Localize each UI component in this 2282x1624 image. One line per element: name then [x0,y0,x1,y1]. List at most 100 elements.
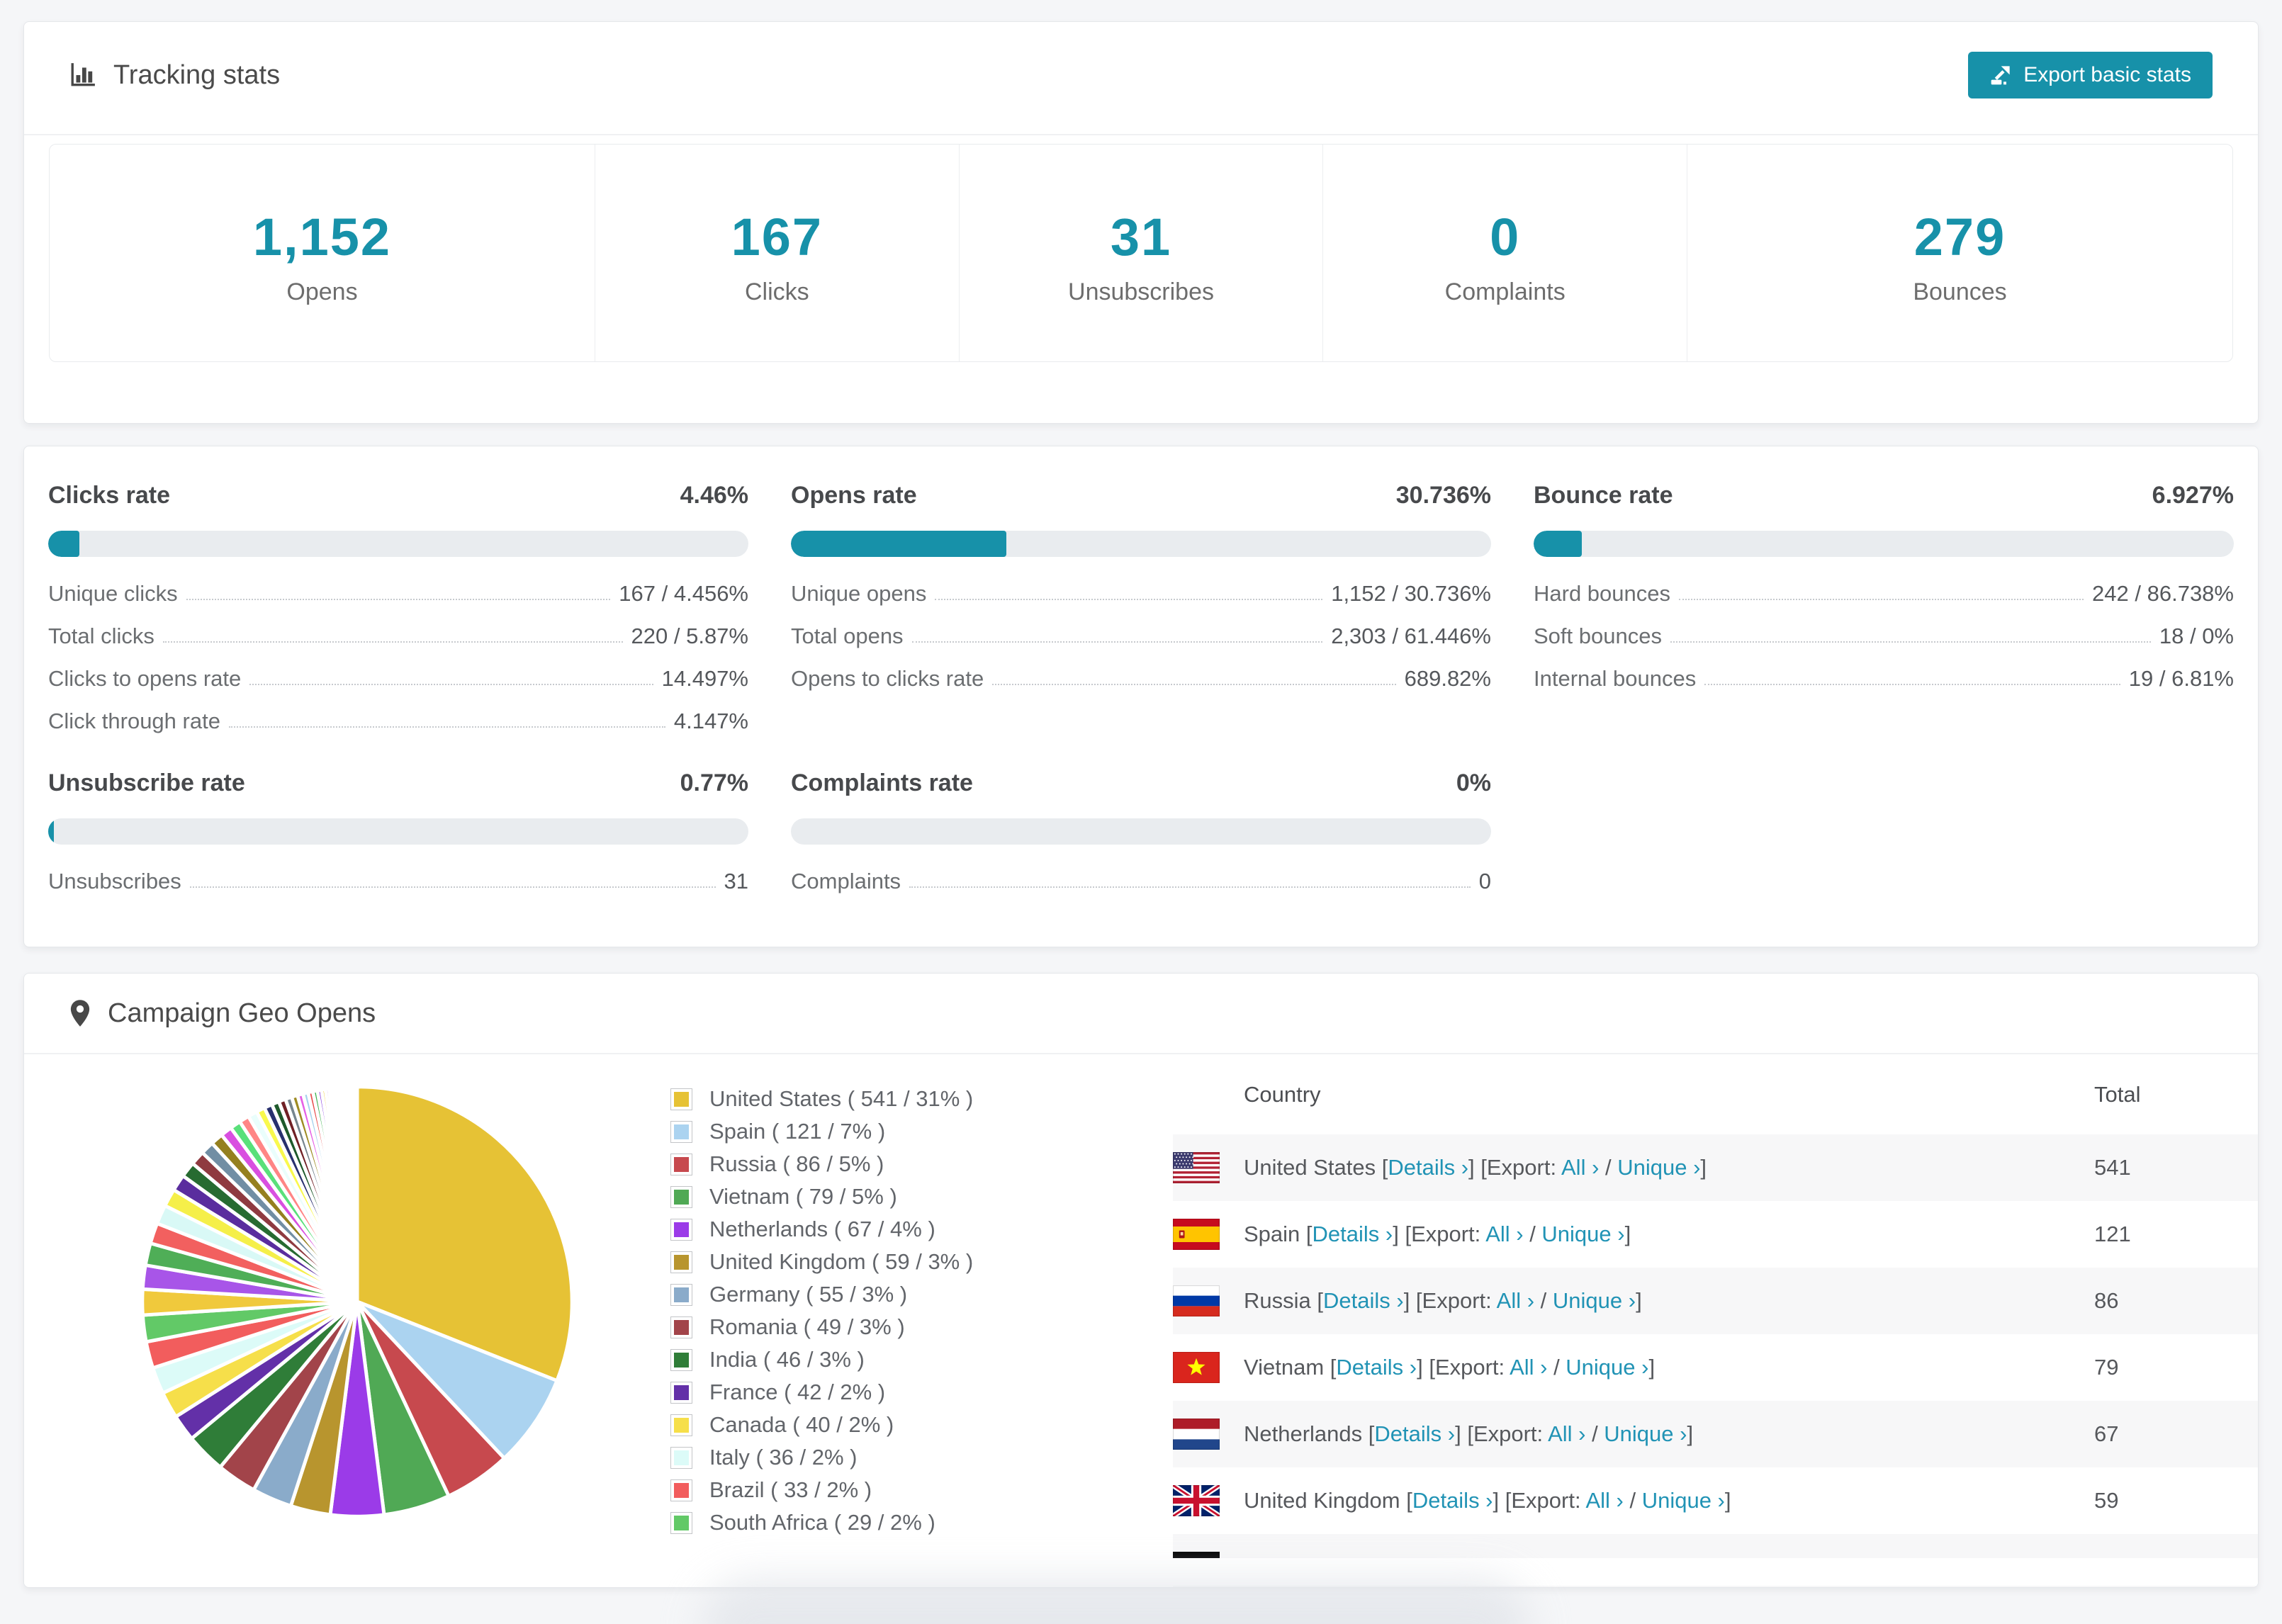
table-row-russia: Russia [Details ›] [Export: All › / Uniq… [1173,1268,2258,1334]
details-link[interactable]: Details › [1374,1421,1455,1446]
bar-chart-icon [71,63,95,86]
stat-value: 279 [1913,208,2006,266]
legend-label: Netherlands ( 67 / 4% ) [709,1217,935,1241]
rate-head: Unsubscribe rate 0.77% [48,769,748,797]
legend-swatch-color [674,1319,689,1335]
campaign-geo-opens-header: Campaign Geo Opens [24,974,2258,1054]
stat-label: Clicks [745,278,809,305]
legend-item-united-kingdom[interactable]: United Kingdom ( 59 / 3% ) [670,1246,973,1278]
legend-swatch-color [674,1091,689,1107]
table-bottom-fade [24,1558,2258,1586]
rate-rows: Hard bounces 242 / 86.738% Soft bounces 18 … [1534,581,2234,692]
bracket: [ [1406,1488,1412,1513]
export-all-link[interactable]: All › [1561,1155,1599,1180]
pie-legend: United States ( 541 / 31% ) Spain ( 121 /… [670,1083,973,1539]
legend-item-russia[interactable]: Russia ( 86 / 5% ) [670,1148,973,1180]
progress-bar-fill [48,531,80,557]
stat-label: Opens [286,278,358,305]
rate-detail-row: Click through rate 4.147% [48,709,748,734]
legend-item-south-africa[interactable]: South Africa ( 29 / 2% ) [670,1506,973,1539]
legend-item-india[interactable]: India ( 46 / 3% ) [670,1343,973,1376]
table-row-united-states: United States [Details ›] [Export: All ›… [1173,1134,2258,1201]
export-unique-link[interactable]: Unique › [1566,1355,1648,1380]
legend-item-brazil[interactable]: Brazil ( 33 / 2% ) [670,1474,973,1506]
rate-row-value: 689.82% [1404,666,1491,691]
slash: / [1585,1421,1604,1446]
legend-item-vietnam[interactable]: Vietnam ( 79 / 5% ) [670,1180,973,1213]
export-all-link[interactable]: All › [1510,1355,1547,1380]
table-row-united-kingdom: United Kingdom [Details ›] [Export: All … [1173,1467,2258,1534]
export-all-link[interactable]: All › [1485,1222,1523,1246]
rate-row-value: 4.147% [673,709,748,733]
flag-nl-icon [1173,1419,1220,1450]
legend-item-canada[interactable]: Canada ( 40 / 2% ) [670,1409,973,1441]
export-unique-link[interactable]: Unique › [1642,1488,1725,1513]
tracking-stats-body: 1,152 Opens 167 Clicks 31 Unsubscribes 0 Compla… [24,135,2258,423]
rate-detail-row: Hard bounces 242 / 86.738% [1534,581,2234,607]
legend-swatch [670,1283,692,1306]
legend-label: India ( 46 / 3% ) [709,1347,865,1372]
export-basic-stats-button[interactable]: Export basic stats [1968,52,2213,98]
total-cell: 86 [2094,1288,2119,1313]
legend-label: France ( 42 / 2% ) [709,1380,886,1404]
legend-item-netherlands[interactable]: Netherlands ( 67 / 4% ) [670,1213,973,1246]
rates-card: Clicks rate 4.46% Unique clicks 167 / 4.456… [23,446,2259,947]
details-link[interactable]: Details › [1388,1155,1468,1180]
dotted-leader [911,641,1323,643]
rate-detail-row: Clicks to opens rate 14.497% [48,666,748,692]
dotted-leader [1679,599,2084,600]
total-cell: 541 [2094,1155,2131,1180]
details-link[interactable]: Details › [1336,1355,1417,1380]
country-name: United Kingdom [1244,1488,1407,1513]
legend-swatch [670,1479,692,1501]
export-unique-link[interactable]: Unique › [1553,1288,1636,1313]
rate-value: 6.927% [2152,482,2234,509]
stat-cell-opens: 1,152 Opens [50,145,595,361]
legend-item-germany[interactable]: Germany ( 55 / 3% ) [670,1278,973,1311]
export-unique-link[interactable]: Unique › [1617,1155,1700,1180]
country-cell: Spain [Details ›] [Export: All › / Uniqu… [1173,1219,2094,1250]
legend-item-romania[interactable]: Romania ( 49 / 3% ) [670,1311,973,1343]
table-row-vietnam: Vietnam [Details ›] [Export: All › / Uni… [1173,1334,2258,1401]
export-unique-link[interactable]: Unique › [1541,1222,1624,1246]
summary-stats-row: 1,152 Opens 167 Clicks 31 Unsubscribes 0 Compla… [49,144,2233,362]
bracket: ] [Export: [1493,1488,1586,1513]
flag-es-icon [1173,1219,1220,1250]
stat-cell-complaints: 0 Complaints [1322,145,1687,361]
details-link[interactable]: Details › [1412,1488,1493,1513]
rate-row-value: 0 [1478,869,1491,893]
rate-row-label: Clicks to opens rate [48,666,242,691]
bracket: [ [1305,1222,1313,1246]
country-cell: United Kingdom [Details ›] [Export: All … [1173,1485,2094,1516]
dotted-leader [909,886,1471,888]
country-info: United Kingdom [Details ›] [Export: All … [1244,1488,1731,1513]
export-button-label: Export basic stats [2023,63,2191,86]
export-unique-link[interactable]: Unique › [1604,1421,1687,1446]
country-name: Netherlands [1244,1421,1368,1446]
stat-value: 1,152 [252,208,392,266]
legend-item-france[interactable]: France ( 42 / 2% ) [670,1376,973,1409]
export-all-link[interactable]: All › [1585,1488,1623,1513]
stat-value: 0 [1490,208,1521,266]
legend-item-italy[interactable]: Italy ( 36 / 2% ) [670,1441,973,1474]
tracking-stats-card: Tracking stats Export basic stats 1,152 O… [23,21,2259,424]
rate-block-clicks-rate: Clicks rate 4.46% Unique clicks 167 / 4.456… [48,482,748,734]
details-link[interactable]: Details › [1323,1288,1404,1313]
details-link[interactable]: Details › [1313,1222,1393,1246]
flag-ru-icon [1173,1285,1220,1316]
stat-cell-bounces: 279 Bounces [1687,145,2232,361]
dotted-leader [1704,684,2120,685]
rate-row-label: Internal bounces [1534,666,1697,691]
geo-pie-chart [134,1078,580,1525]
rate-rows: Complaints 0 [791,869,1491,894]
bracket: ] [Export: [1403,1288,1497,1313]
export-all-link[interactable]: All › [1548,1421,1585,1446]
rate-title: Unsubscribe rate [48,769,245,796]
rates-grid: Clicks rate 4.46% Unique clicks 167 / 4.456… [48,482,2234,894]
legend-item-united-states[interactable]: United States ( 541 / 31% ) [670,1083,973,1115]
legend-item-spain[interactable]: Spain ( 121 / 7% ) [670,1115,973,1148]
legend-swatch [670,1381,692,1404]
rate-row-label: Opens to clicks rate [791,666,984,691]
export-all-link[interactable]: All › [1497,1288,1534,1313]
legend-swatch-color [674,1189,689,1205]
